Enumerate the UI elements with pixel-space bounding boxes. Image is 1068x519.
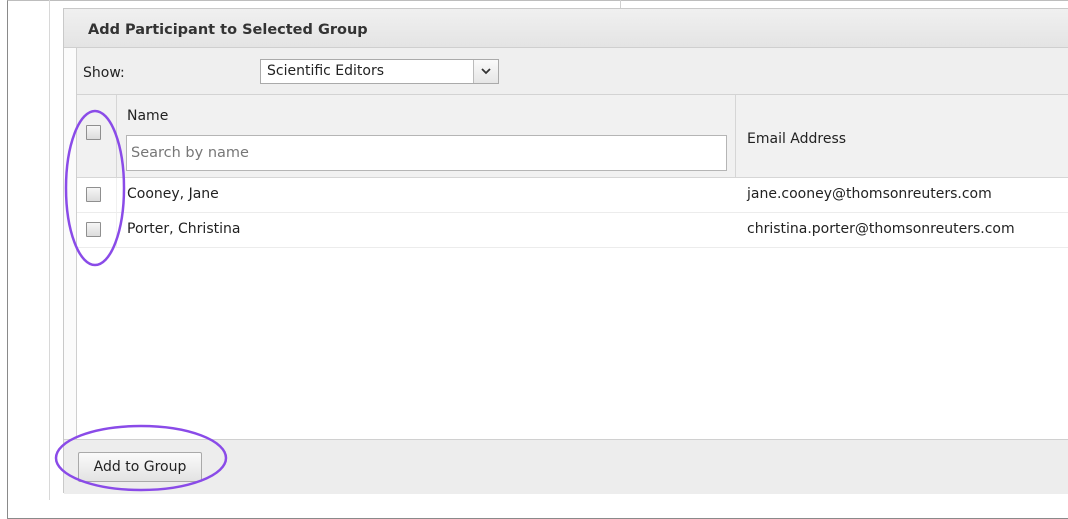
column-header-row: Name Email Address xyxy=(77,95,1068,178)
chevron-down-icon xyxy=(481,68,491,75)
row-checkbox[interactable] xyxy=(86,187,101,202)
participant-name: Cooney, Jane xyxy=(127,186,219,202)
name-column-label: Name xyxy=(127,108,169,124)
row-divider xyxy=(116,178,117,212)
table-row[interactable]: Porter, Christina christina.porter@thoms… xyxy=(77,213,1068,248)
table-row[interactable]: Cooney, Jane jane.cooney@thomsonreuters.… xyxy=(77,178,1068,213)
email-column-label: Email Address xyxy=(747,131,847,147)
participant-email: christina.porter@thomsonreuters.com xyxy=(747,221,1015,237)
row-checkbox[interactable] xyxy=(86,222,101,237)
name-column-header: Name xyxy=(117,95,736,177)
filter-toolbar: Show: Scientific Editors xyxy=(77,48,1068,95)
show-label: Show: xyxy=(83,65,125,81)
panel-title: Add Participant to Selected Group xyxy=(88,22,368,38)
select-all-checkbox[interactable] xyxy=(86,125,101,140)
panel-footer: Add to Group xyxy=(64,439,1068,494)
select-all-cell xyxy=(77,95,117,177)
participant-email: jane.cooney@thomsonreuters.com xyxy=(747,186,992,202)
participant-rows: Cooney, Jane jane.cooney@thomsonreuters.… xyxy=(77,178,1068,248)
search-input[interactable] xyxy=(126,135,727,171)
row-divider xyxy=(116,213,117,247)
add-participant-panel: Add Participant to Selected Group Show: … xyxy=(63,8,1068,494)
left-divider xyxy=(49,0,50,500)
participant-name: Porter, Christina xyxy=(127,221,241,237)
dropdown-button[interactable] xyxy=(473,60,498,83)
add-to-group-button[interactable]: Add to Group xyxy=(78,452,202,482)
role-select-value: Scientific Editors xyxy=(267,63,385,79)
participant-grid: Show: Scientific Editors Name Email Addr… xyxy=(76,48,1068,446)
panel-header: Add Participant to Selected Group xyxy=(64,9,1068,48)
role-select[interactable]: Scientific Editors xyxy=(260,59,499,84)
